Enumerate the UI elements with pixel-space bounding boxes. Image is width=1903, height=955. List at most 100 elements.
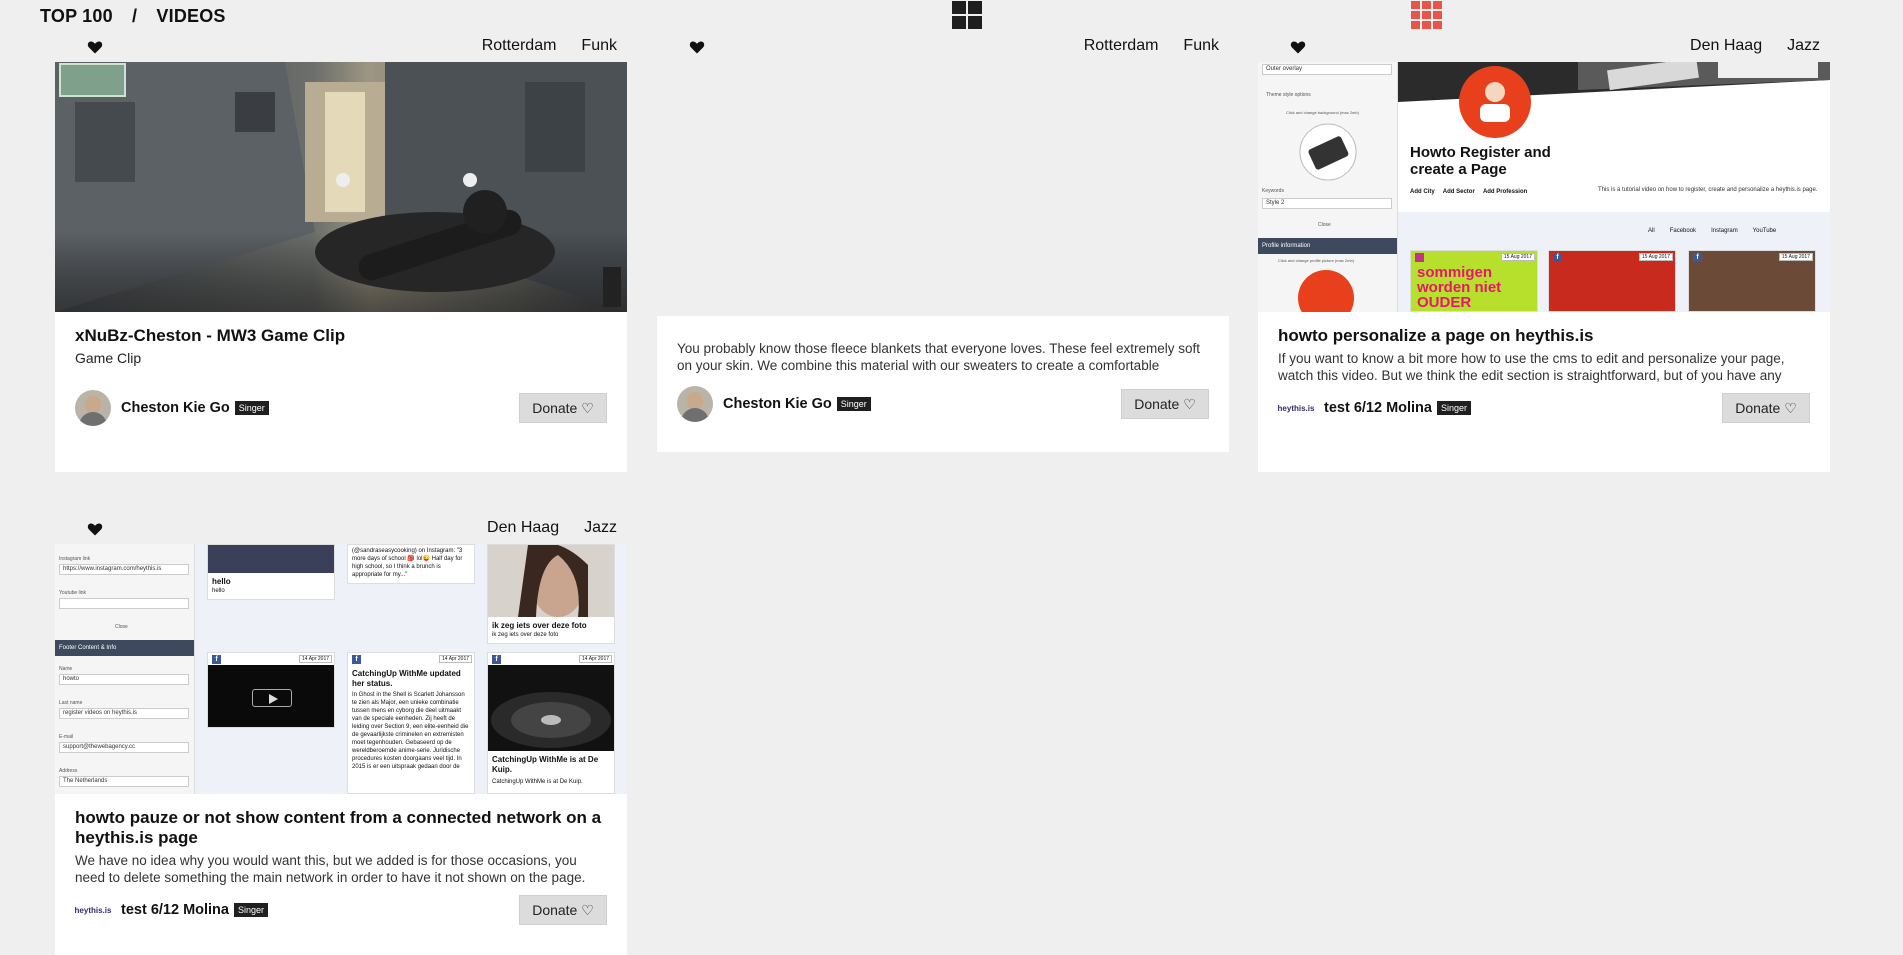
feed-card: (@sandraseasycooking) on Instagram: "3 m…	[347, 544, 475, 584]
breadcrumb-separator: /	[132, 6, 138, 26]
role-badge: Singer	[233, 903, 268, 917]
genre-tag[interactable]: Jazz	[1787, 37, 1820, 54]
card-header: Den Haag Jazz	[55, 514, 627, 544]
author-name[interactable]: test 6/12 Molina	[1324, 400, 1432, 416]
add-sector: Add Sector	[1442, 189, 1475, 195]
card-subtitle: Game Clip	[75, 350, 142, 366]
card-title[interactable]: howto pauze or not show content from a c…	[75, 808, 605, 848]
genre-tag[interactable]: Funk	[1183, 37, 1219, 54]
feed-filters: All Facebook Instagram YouTube	[1648, 228, 1777, 234]
feed-card: f 14 Apr 2017 CatchingUp WithMe is at De…	[487, 652, 615, 794]
feed-card: f 14 Apr 2017	[207, 652, 335, 728]
background-label: Click and change background (max 2mb)	[1286, 110, 1359, 115]
feed-card: f 15 Aug 2017	[1548, 250, 1676, 312]
heart-icon[interactable]	[1290, 39, 1306, 55]
facebook-icon: f	[492, 655, 501, 664]
page-desc-mock: This is a tutorial video on how to regis…	[1598, 187, 1818, 193]
cms-close: Close	[1318, 222, 1331, 228]
author[interactable]: heythis.is test 6/12 Molina Singer	[1278, 390, 1471, 426]
breadcrumb-section[interactable]: TOP 100	[40, 6, 113, 27]
add-city: Add City	[1410, 189, 1435, 195]
play-icon[interactable]	[252, 689, 292, 707]
card-title[interactable]: howto personalize a page on heythis.is	[1278, 326, 1808, 346]
card-body: xNuBz-Cheston - MW3 Game Clip Game Clip …	[55, 312, 627, 472]
card-header: Rotterdam Funk	[55, 32, 627, 62]
genre-tag[interactable]: Funk	[581, 37, 617, 54]
video-thumbnail[interactable]: Outer overlay Theme style options Click …	[1258, 62, 1830, 312]
overlay-select: Outer overlay	[1262, 64, 1392, 75]
feed-card: hello hello	[207, 544, 335, 600]
author-name[interactable]: test 6/12 Molina	[121, 902, 229, 918]
keywords-label: Keywords	[1262, 188, 1284, 194]
card-tags: Den Haag Jazz	[462, 519, 617, 537]
card-body: howto personalize a page on heythis.is I…	[1258, 312, 1830, 472]
donate-button[interactable]: Donate ♡	[519, 393, 607, 423]
facebook-icon: f	[1553, 253, 1562, 262]
profile-pic-label: Click and change profile picture (max 2m…	[1278, 258, 1355, 263]
heart-icon[interactable]	[87, 521, 103, 537]
breadcrumb-page: VIDEOS	[156, 6, 226, 26]
donate-button[interactable]: Donate ♡	[519, 895, 607, 925]
poster-text: sommigen worden niet OUDER	[1417, 264, 1502, 311]
donate-button[interactable]: Donate ♡	[1722, 393, 1810, 423]
card-tags: Rotterdam Funk	[457, 37, 617, 55]
city-tag[interactable]: Den Haag	[487, 519, 559, 536]
heart-icon[interactable]	[87, 39, 103, 55]
feed-card: f 15 Aug 2017	[1688, 250, 1816, 312]
feed-card: 15 Aug 2017 sommigen worden niet OUDER	[1410, 250, 1538, 312]
video-thumbnail[interactable]	[55, 62, 627, 312]
facebook-icon: f	[352, 655, 361, 664]
role-badge: Singer	[836, 397, 871, 411]
laptop-image	[1299, 123, 1357, 181]
vinyl-image	[488, 665, 614, 751]
city-tag[interactable]: Rotterdam	[482, 37, 557, 54]
portrait-image	[488, 544, 614, 617]
card-description: We have no idea why you would want this,…	[75, 853, 586, 885]
video-card: Den Haag Jazz Outer overlay Theme style o…	[1258, 32, 1830, 472]
author[interactable]: Cheston Kie Go Singer	[75, 390, 269, 426]
city-tag[interactable]: Den Haag	[1690, 37, 1762, 54]
avatar	[75, 390, 111, 426]
author-name[interactable]: Cheston Kie Go	[121, 400, 230, 416]
heart-icon[interactable]	[689, 39, 705, 55]
card-header: Rotterdam Funk	[657, 32, 1229, 62]
cms-panel: Outer overlay Theme style options Click …	[1258, 62, 1398, 312]
add-profession: Add Profession	[1482, 189, 1528, 195]
profile-bar: Profile information	[1258, 238, 1397, 254]
facebook-icon: f	[212, 655, 221, 664]
video-card: Rotterdam Funk You probably know those fl…	[657, 32, 1229, 452]
card-tags: Rotterdam Funk	[1059, 37, 1219, 55]
avatar	[677, 386, 713, 422]
theme-label: Theme style options	[1266, 92, 1311, 98]
page-title-mock: Howto Register and create a Page	[1410, 144, 1551, 178]
donate-button[interactable]: Donate ♡	[1121, 389, 1209, 419]
add-links: Add City Add Sector Add Profession	[1410, 189, 1527, 195]
two-column-grid-icon[interactable]	[952, 1, 984, 31]
card-body: howto pauze or not show content from a c…	[55, 794, 627, 955]
three-column-grid-icon[interactable]	[1411, 1, 1443, 31]
feed-card: ik zeg iets over deze foto ik zeg iets o…	[487, 544, 615, 644]
facebook-icon: f	[1693, 253, 1702, 262]
card-body: You probably know those fleece blankets …	[657, 316, 1229, 452]
card-title[interactable]: xNuBz-Cheston - MW3 Game Clip	[75, 326, 605, 346]
card-description: If you want to know a bit more how to us…	[1278, 351, 1785, 383]
instagram-icon	[1415, 253, 1424, 262]
card-tags: Den Haag Jazz	[1665, 37, 1820, 55]
author-name[interactable]: Cheston Kie Go	[723, 396, 832, 412]
author[interactable]: heythis.is test 6/12 Molina Singer	[75, 892, 268, 928]
genre-tag[interactable]: Jazz	[584, 519, 617, 536]
top-bar: TOP 100 / VIDEOS	[0, 0, 1903, 32]
role-badge: Singer	[1436, 401, 1471, 415]
heythis-logo: heythis.is	[74, 905, 112, 915]
city-tag[interactable]: Rotterdam	[1084, 37, 1159, 54]
card-header: Den Haag Jazz	[1258, 32, 1830, 62]
video-thumbnail[interactable]: Instagram link https://www.instagram.com…	[55, 544, 627, 794]
video-card: Den Haag Jazz Instagram link https://www.…	[55, 514, 627, 955]
card-description: You probably know those fleece blankets …	[677, 341, 1201, 373]
author[interactable]: Cheston Kie Go Singer	[677, 386, 871, 422]
breadcrumb: TOP 100 / VIDEOS	[40, 6, 226, 27]
video-card: Rotterdam Funk xNuBz-Cheston - MW3 Game …	[55, 32, 627, 472]
role-badge: Singer	[234, 401, 269, 415]
heythis-logo: heythis.is	[1277, 403, 1315, 413]
style-select: Style 2	[1262, 198, 1392, 209]
